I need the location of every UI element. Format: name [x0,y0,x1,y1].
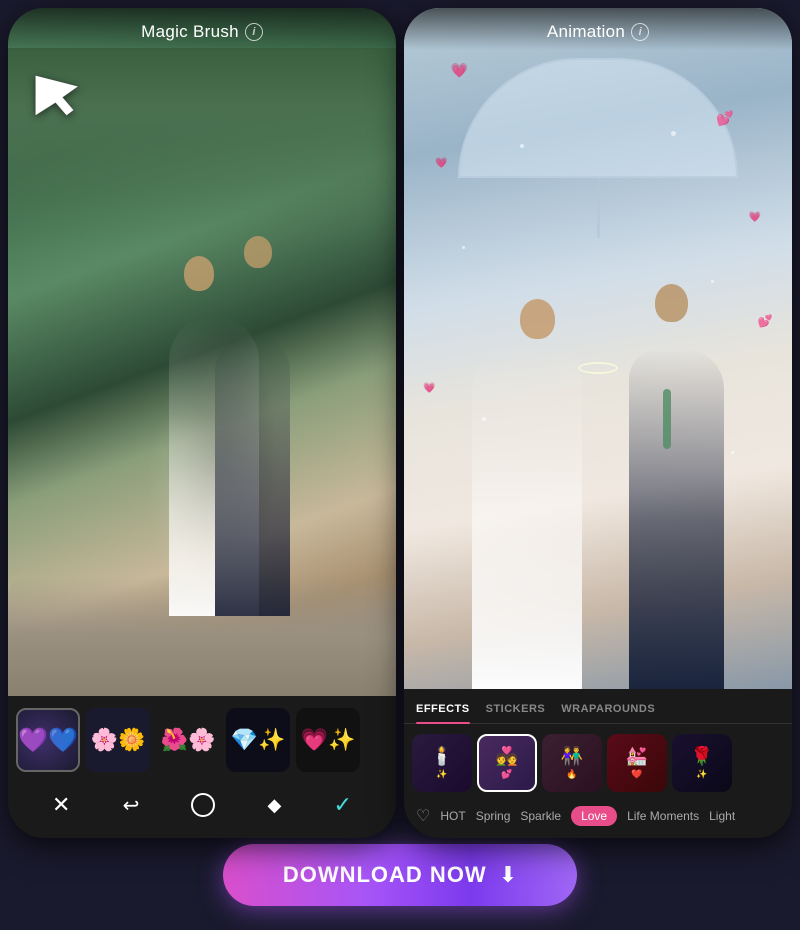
right-suit [629,349,724,689]
controls-row: ✕ ↩ ◆ ✓ [16,782,388,828]
right-thumb-1[interactable]: 🕯️ ✨ [412,734,472,792]
umbrella-top [458,58,738,178]
left-phone-header: Magic Brush i [8,8,396,50]
thumb-3[interactable]: 🌺🌸 [156,708,220,772]
thumb-5[interactable]: 💗✨ [296,708,360,772]
right-thumb-3[interactable]: 👫 🔥 [542,734,602,792]
thumb-5-emoji: 💗✨ [301,727,356,753]
left-photo-area [8,8,396,696]
right-title: Animation [547,22,625,42]
couple-silhouette [92,236,312,616]
left-title: Magic Brush [141,22,239,42]
left-photo [8,8,396,696]
thumb-4[interactable]: 💎✨ [226,708,290,772]
thumb-2-emoji: 🌸🌼 [91,727,146,753]
head-woman [184,256,214,291]
right-thumb-4[interactable]: 💒 ❤️ [607,734,667,792]
left-thumbnails-row: 💜💙 🌸🌼 🌺🌸 💎✨ [16,706,388,774]
thumb-3-emoji: 🌺🌸 [161,727,216,753]
thumb-1[interactable]: 💜💙 [16,708,80,772]
tag-hot[interactable]: HOT [440,809,465,823]
tag-life-moments[interactable]: Life Moments [627,809,699,823]
tab-effects[interactable]: EFFECTS [416,697,470,723]
right-thumb-2[interactable]: 💑 💕 [477,734,537,792]
right-photo-area: 💗 💕 💗 💗 💕 💗 [404,8,792,689]
heart-tag-icon[interactable]: ♡ [416,806,430,826]
phones-container: Magic Brush i [0,0,800,830]
download-area: DOWNLOAD NOW ⬇ [0,830,800,920]
tab-stickers[interactable]: STICKERS [486,697,546,723]
tag-love[interactable]: Love [571,806,617,826]
left-bottom-panel: 💜💙 🌸🌼 🌺🌸 💎✨ [8,696,396,838]
thumb-3-bg: 🌺🌸 [156,708,220,772]
umbrella [458,58,738,238]
head-man [244,236,272,268]
right-thumbs-row: 🕯️ ✨ 💑 💕 👫 🔥 [404,730,792,796]
eraser-button[interactable]: ◆ [256,791,294,820]
tabs-row: EFFECTS STICKERS WRAPAROUNDS [404,697,792,724]
phone-right: Animation i [404,8,792,838]
tag-spring[interactable]: Spring [476,809,511,823]
tag-sparkle[interactable]: Sparkle [520,809,561,823]
undo-button[interactable]: ↩ [111,789,152,822]
suit-dark [215,336,290,616]
confirm-button[interactable]: ✓ [321,788,363,822]
green-tie [663,389,671,449]
right-phone-header: Animation i [404,8,792,50]
download-icon: ⬇ [499,862,517,888]
right-thumb-5[interactable]: 🌹 ✨ [672,734,732,792]
tag-light[interactable]: Light [709,809,735,823]
thumb-4-bg: 💎✨ [226,708,290,772]
brush-cursor [28,68,83,123]
circle-button[interactable] [179,789,227,821]
right-head-man [655,284,688,322]
thumb-2[interactable]: 🌸🌼 [86,708,150,772]
right-bottom-panel: EFFECTS STICKERS WRAPAROUNDS 🕯️ ✨ [404,689,792,838]
thumb-4-emoji: 💎✨ [231,727,286,753]
close-button[interactable]: ✕ [40,788,82,822]
right-info-icon[interactable]: i [631,23,649,41]
umbrella-handle [597,178,600,238]
download-label: DOWNLOAD NOW [283,862,487,888]
phone-left: Magic Brush i [8,8,396,838]
left-info-icon[interactable]: i [245,23,263,41]
thumb-2-bg: 🌸🌼 [86,708,150,772]
thumb-glow [18,710,78,770]
thumb-5-bg: 💗✨ [296,708,360,772]
right-dress [472,339,582,689]
tags-row: ♡ HOT Spring Sparkle Love Life Moments L… [404,802,792,832]
download-button[interactable]: DOWNLOAD NOW ⬇ [223,844,577,906]
right-head-woman [520,299,555,339]
right-couple [458,269,738,689]
tab-wraparounds[interactable]: WRAPAROUNDS [561,697,655,723]
